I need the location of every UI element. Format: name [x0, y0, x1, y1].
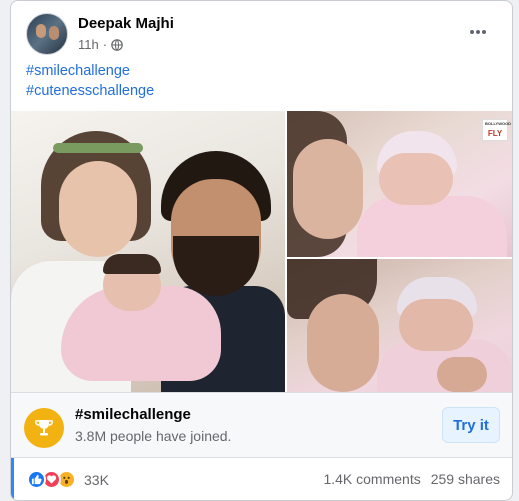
post-meta: 11h ·	[78, 37, 123, 52]
hashtag-link[interactable]: #cutenesschallenge	[26, 81, 154, 101]
post-hashtags: #smilechallenge #cutenesschallenge	[26, 61, 154, 101]
author-avatar[interactable]	[26, 13, 68, 55]
challenge-title[interactable]: #smilechallenge	[75, 406, 191, 423]
challenge-banner[interactable]: #smilechallenge 3.8M people have joined.…	[11, 392, 512, 458]
more-options-icon	[470, 30, 486, 34]
like-icon	[27, 470, 46, 489]
post-photo[interactable]: BOLLYWOOD FLY	[11, 111, 512, 392]
reaction-count[interactable]: 33K	[84, 472, 109, 488]
meta-separator: ·	[102, 37, 108, 52]
challenge-subtitle: 3.8M people have joined.	[75, 428, 232, 444]
author-name[interactable]: Deepak Majhi	[78, 15, 174, 32]
post-time[interactable]: 11h	[78, 37, 99, 52]
engagement-counts: 1.4K comments 259 shares	[323, 471, 500, 487]
more-options-button[interactable]	[465, 19, 491, 45]
hashtag-link[interactable]: #smilechallenge	[26, 61, 154, 81]
try-it-button[interactable]: Try it	[442, 407, 500, 443]
globe-icon[interactable]	[111, 38, 123, 51]
shares-count[interactable]: 259 shares	[431, 471, 500, 487]
post-stats: 33K 1.4K comments 259 shares	[11, 458, 512, 500]
trophy-icon	[24, 408, 64, 448]
reactions-summary[interactable]: 33K	[27, 470, 109, 489]
post-header: Deepak Majhi 11h ·	[26, 13, 497, 57]
watermark-logo: BOLLYWOOD FLY	[482, 119, 511, 141]
photo-newborn	[287, 259, 512, 392]
photo-mother-kiss: BOLLYWOOD FLY	[287, 111, 512, 257]
photo-family	[11, 111, 285, 392]
comments-count[interactable]: 1.4K comments	[323, 471, 420, 487]
post-card: Deepak Majhi 11h · #smilechallenge #cute…	[10, 0, 513, 501]
